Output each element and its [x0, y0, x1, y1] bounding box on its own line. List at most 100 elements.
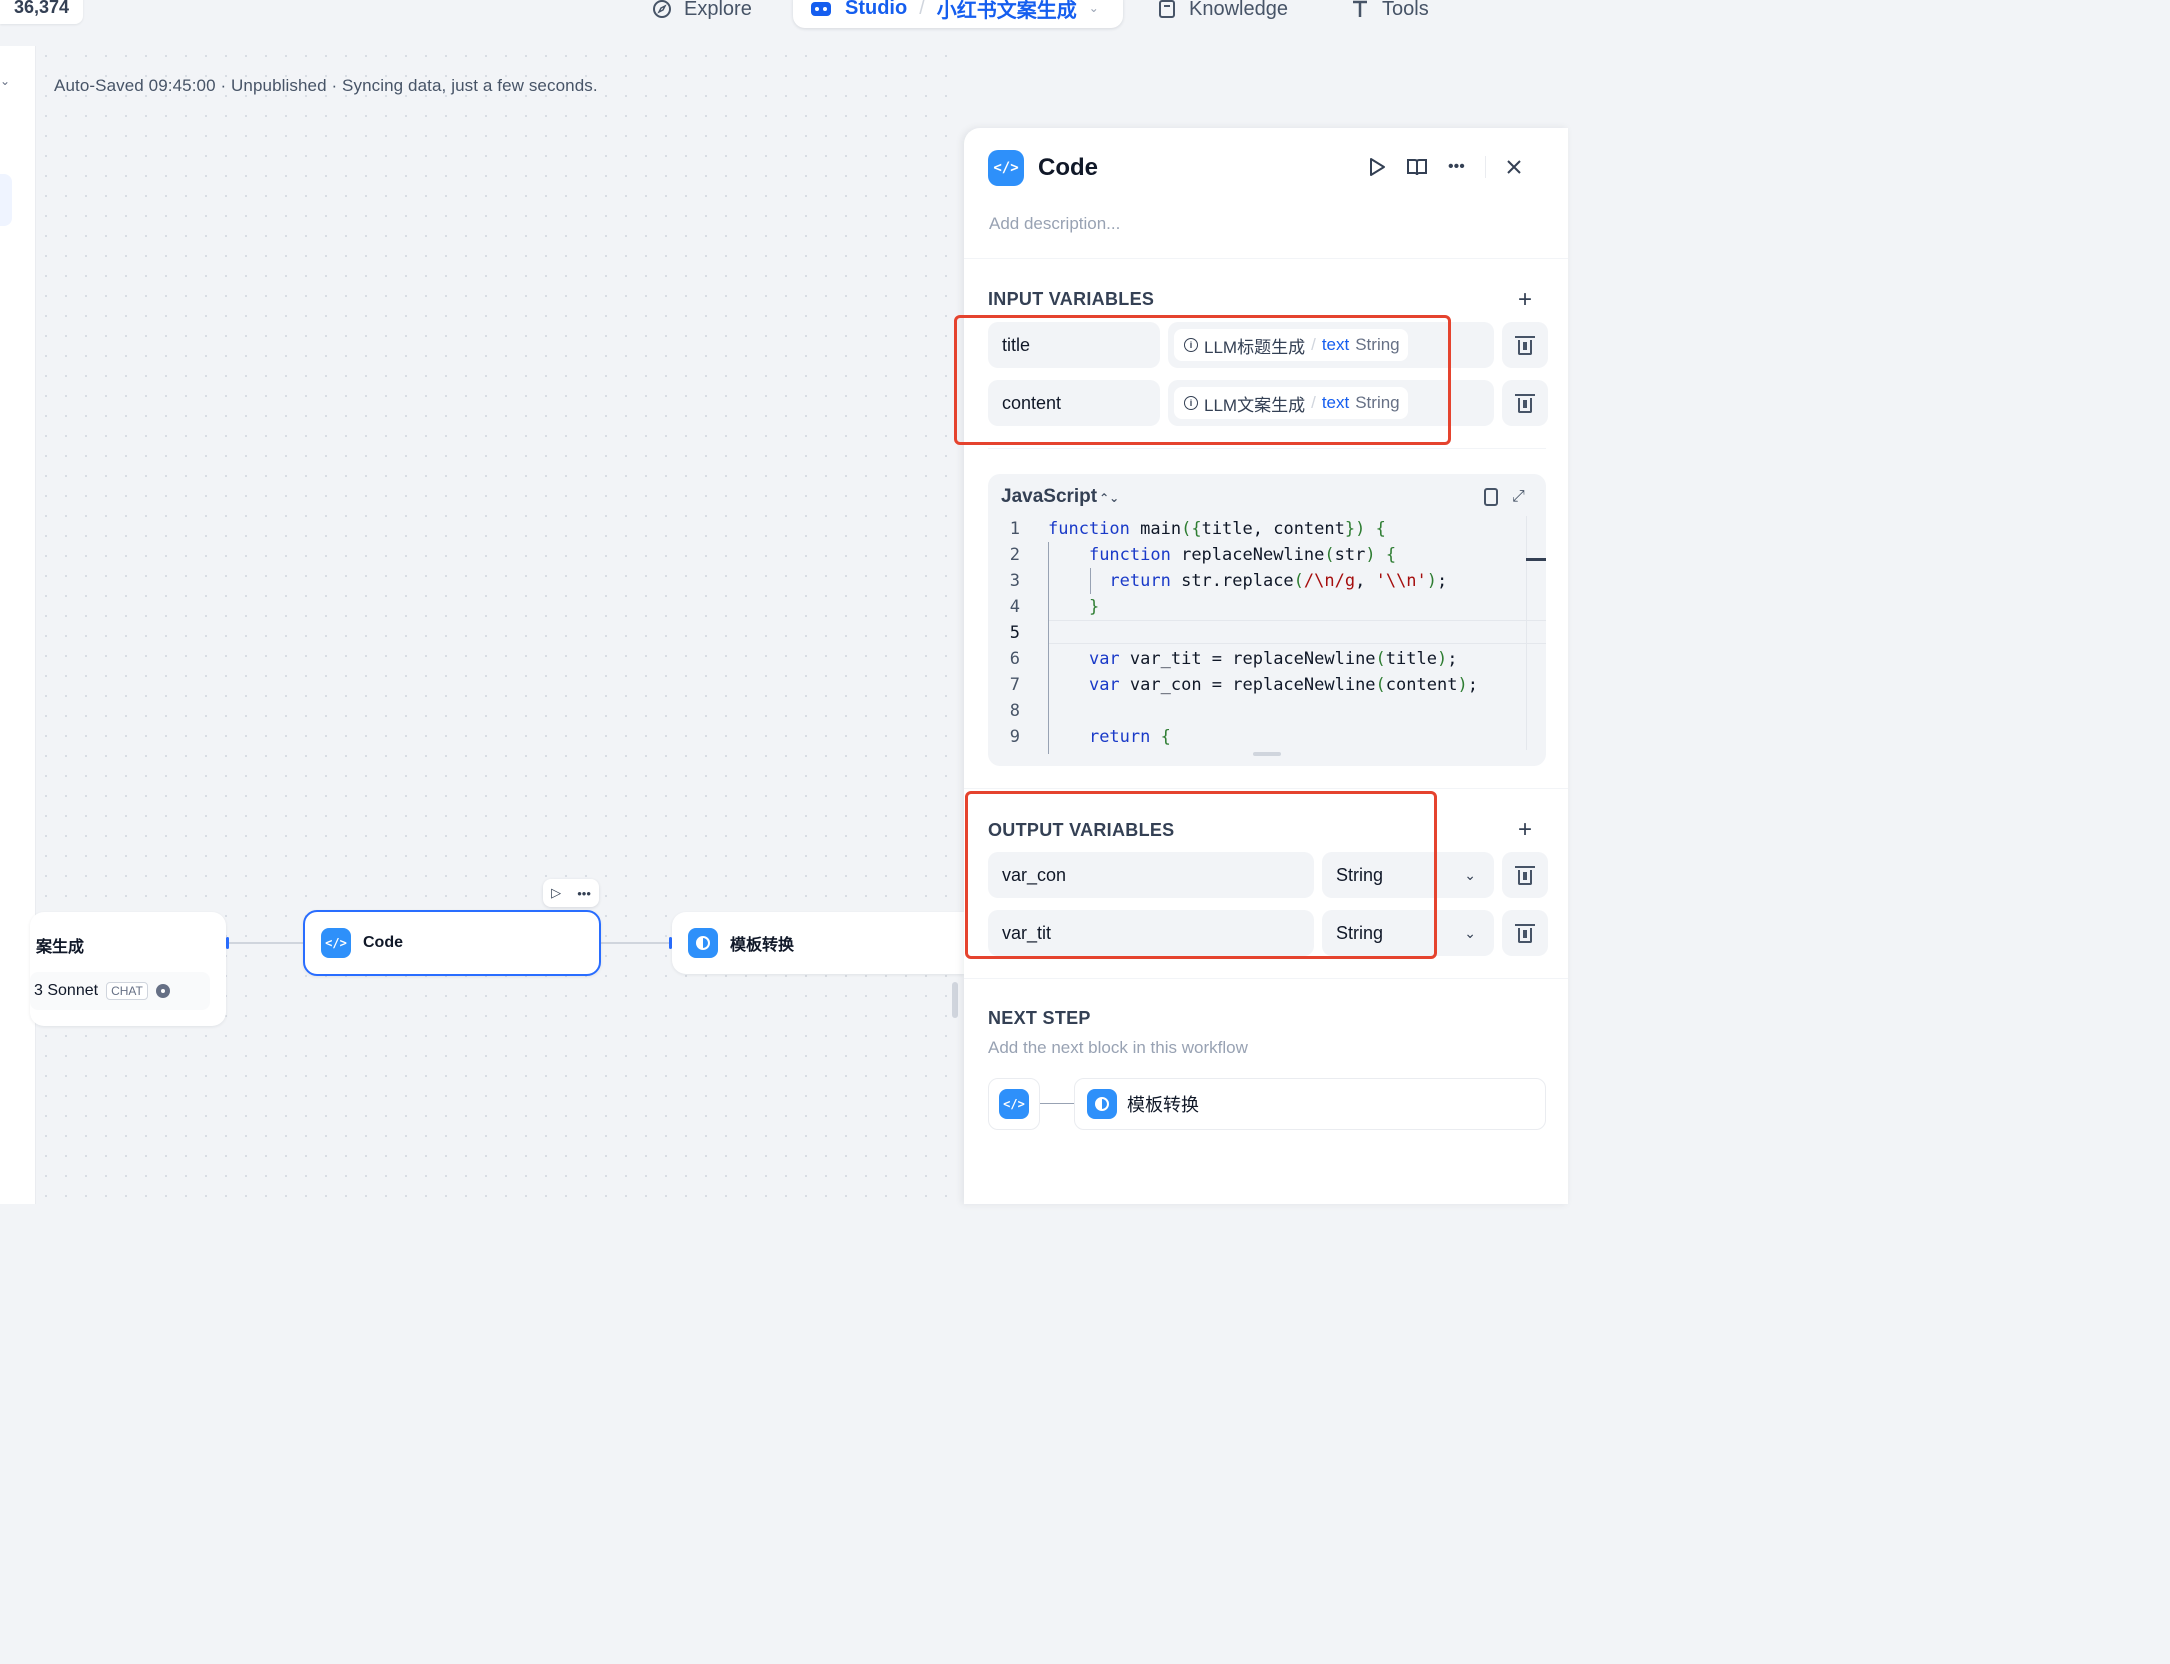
- nav-studio-label: Studio: [845, 0, 908, 19]
- code-lines[interactable]: 1 function main({title, content}) { 2 fun…: [988, 516, 1546, 750]
- description-input[interactable]: Add description...: [989, 214, 1120, 234]
- annotation-box-inputs: [954, 315, 1451, 445]
- canvas-scrollbar[interactable]: [952, 982, 958, 1018]
- autosave-status: Auto-Saved 09:45:00 · Unpublished · Sync…: [54, 76, 598, 95]
- panel-title[interactable]: Code: [1038, 154, 1098, 182]
- chevron-down-icon[interactable]: ⌄: [1089, 1, 1099, 15]
- panel-header: </> Code: [988, 150, 1098, 186]
- code-editor[interactable]: JavaScript ⌃⌄ ⤢ 1 function main({title, co…: [988, 474, 1546, 766]
- code-icon: </>: [988, 150, 1024, 186]
- nav-knowledge[interactable]: Knowledge: [1157, 0, 1288, 26]
- next-step-source: </>: [988, 1078, 1040, 1130]
- book-open-icon[interactable]: [1406, 157, 1428, 177]
- template-icon: [688, 928, 718, 958]
- edge-code-to-template[interactable]: [600, 942, 672, 944]
- line-number: 9: [1009, 727, 1020, 747]
- code-line: 7 var var_con = replaceNewline(content);: [988, 672, 1546, 698]
- add-input-icon[interactable]: +: [1518, 288, 1532, 312]
- nav-studio[interactable]: Studio / 小红书文案生成 ⌄: [793, 0, 1123, 28]
- code-text[interactable]: return {: [1032, 724, 1171, 750]
- nav-explore-label: Explore: [684, 0, 752, 20]
- line-number: 1: [1009, 519, 1020, 539]
- counter-badge: 36,374: [0, 0, 84, 24]
- divider: [964, 788, 1568, 789]
- code-icon: </>: [321, 928, 351, 958]
- breadcrumb-separator: /: [919, 0, 925, 19]
- code-text[interactable]: var var_tit = replaceNewline(title);: [1032, 646, 1458, 672]
- top-nav: 36,374 Explore Studio / 小红书文案生成 ⌄ Knowle…: [0, 0, 1568, 46]
- robot-icon: [811, 2, 831, 16]
- chat-badge: CHAT: [106, 982, 148, 1000]
- delete-output-button[interactable]: [1502, 910, 1548, 956]
- language-selector[interactable]: JavaScript ⌃⌄: [1001, 486, 1119, 508]
- delete-input-button[interactable]: [1502, 322, 1548, 368]
- code-text[interactable]: function main({title, content}) {: [1032, 516, 1386, 542]
- node-settings-panel: </> Code ••• Add description... INPUT VA…: [964, 128, 1568, 1204]
- next-step-title: NEXT STEP: [988, 1008, 1091, 1028]
- sidebar-active-item[interactable]: [0, 174, 12, 226]
- code-line: 4 }: [988, 594, 1546, 620]
- line-number: 7: [1009, 675, 1020, 695]
- nav-tools[interactable]: Tools: [1350, 0, 1429, 26]
- trash-icon: [1515, 335, 1535, 355]
- node-handle[interactable]: [226, 937, 229, 949]
- divider: [988, 448, 1546, 449]
- line-number: 8: [1009, 701, 1020, 721]
- llm-node[interactable]: 案生成 3 Sonnet CHAT: [30, 912, 226, 1026]
- book-icon: [1159, 0, 1175, 18]
- delete-output-button[interactable]: [1502, 852, 1548, 898]
- divider: [1484, 156, 1486, 178]
- llm-model-selector[interactable]: 3 Sonnet CHAT: [30, 972, 210, 1010]
- app-name[interactable]: 小红书文案生成: [937, 0, 1077, 23]
- code-line: 8: [988, 698, 1546, 724]
- code-text[interactable]: [1032, 620, 1048, 646]
- code-node-title: Code: [363, 934, 403, 951]
- template-node[interactable]: 模板转换: [672, 912, 964, 974]
- eye-icon: [155, 984, 170, 998]
- editor-actions: ⤢: [1484, 488, 1525, 506]
- code-text[interactable]: var var_con = replaceNewline(content);: [1032, 672, 1478, 698]
- clipboard-icon[interactable]: [1484, 488, 1498, 506]
- workflow-canvas[interactable]: [36, 46, 964, 1204]
- model-name: 3 Sonnet: [34, 982, 99, 999]
- code-line: 2 function replaceNewline(str) {: [988, 542, 1546, 568]
- code-text[interactable]: function replaceNewline(str) {: [1032, 542, 1396, 568]
- add-output-icon[interactable]: +: [1518, 818, 1532, 842]
- nav-explore[interactable]: Explore: [652, 0, 752, 26]
- resize-handle[interactable]: [1253, 752, 1281, 756]
- template-node-title: 模板转换: [730, 937, 795, 954]
- chevron-updown-icon: ⌃⌄: [1099, 491, 1120, 505]
- editor-scrollbar[interactable]: [1526, 516, 1527, 750]
- annotation-box-outputs: [965, 791, 1437, 959]
- edge-llm-to-code[interactable]: [228, 942, 304, 944]
- code-text[interactable]: return str.replace(/\n/g, '\\n');: [1032, 568, 1447, 594]
- chevron-down-icon: ⌄: [1464, 867, 1476, 883]
- input-variables-title: INPUT VARIABLES: [988, 289, 1155, 309]
- compass-icon: [653, 0, 671, 18]
- more-icon[interactable]: •••: [577, 886, 591, 901]
- expand-icon[interactable]: ⤢: [1512, 488, 1525, 506]
- next-step-target[interactable]: 模板转换: [1074, 1078, 1546, 1130]
- template-icon: [1087, 1089, 1117, 1119]
- code-line: 6 var var_tit = replaceNewline(title);: [988, 646, 1546, 672]
- line-number: 5: [1009, 623, 1020, 643]
- delete-input-button[interactable]: [1502, 380, 1548, 426]
- run-icon[interactable]: [1368, 157, 1386, 177]
- more-icon[interactable]: •••: [1448, 158, 1465, 176]
- tools-icon: [1353, 0, 1367, 17]
- code-line: 5: [988, 620, 1546, 646]
- run-icon[interactable]: ▷: [551, 885, 561, 901]
- code-line: 9 return {: [988, 724, 1546, 750]
- next-step-description: Add the next block in this workflow: [988, 1038, 1248, 1057]
- close-icon[interactable]: [1506, 159, 1522, 175]
- divider: [964, 258, 1568, 259]
- trash-icon: [1515, 393, 1535, 413]
- code-node[interactable]: </> Code: [303, 910, 601, 976]
- chevron-down-icon[interactable]: ⌄: [0, 74, 10, 88]
- nav-tools-label: Tools: [1382, 0, 1429, 20]
- code-text[interactable]: }: [1032, 594, 1099, 620]
- llm-node-title: 案生成: [36, 939, 85, 956]
- nav-knowledge-label: Knowledge: [1189, 0, 1288, 20]
- code-line: 3 return str.replace(/\n/g, '\\n');: [988, 568, 1546, 594]
- code-text[interactable]: [1032, 698, 1048, 724]
